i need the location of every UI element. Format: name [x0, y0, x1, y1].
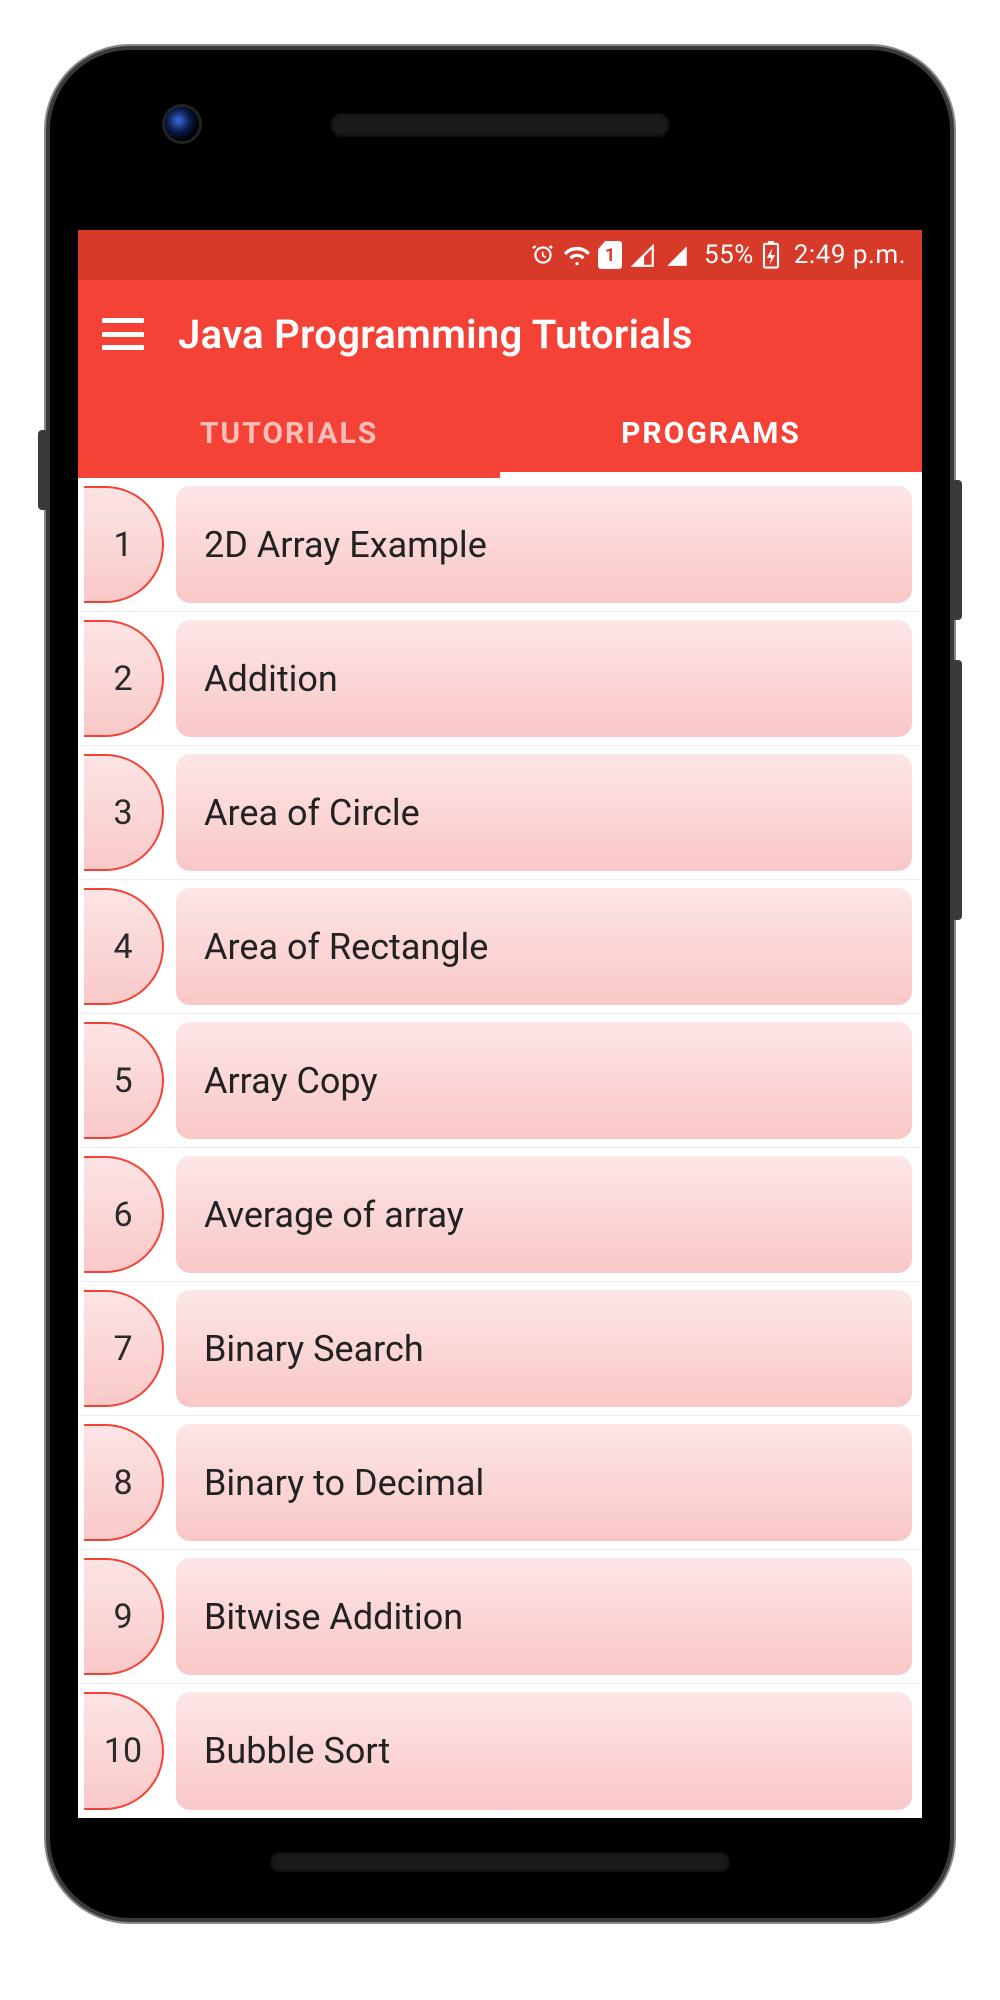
app-bar: Java Programming Tutorials [78, 280, 922, 388]
list-item-title: Array Copy [176, 1022, 912, 1139]
alarm-icon [530, 242, 556, 268]
list-item-number: 4 [84, 888, 164, 1005]
bottom-speaker [270, 1852, 730, 1872]
list-item-title: Addition [176, 620, 912, 737]
list-item-number: 7 [84, 1290, 164, 1407]
status-icons: 1 55% 2:49 p.m. [530, 240, 906, 270]
list-item[interactable]: 3Area of Circle [78, 746, 922, 880]
status-bar: 1 55% 2:49 p.m. [78, 230, 922, 280]
earpiece-speaker [330, 113, 670, 137]
list-item-number: 6 [84, 1156, 164, 1273]
list-item-number: 3 [84, 754, 164, 871]
list-item[interactable]: 5Array Copy [78, 1014, 922, 1148]
list-item-title: Bubble Sort [176, 1692, 912, 1810]
programs-list[interactable]: 12D Array Example2Addition3Area of Circl… [78, 478, 922, 1818]
list-item[interactable]: 4Area of Rectangle [78, 880, 922, 1014]
list-item[interactable]: 9Bitwise Addition [78, 1550, 922, 1684]
list-item-number: 2 [84, 620, 164, 737]
tab-bar: TUTORIALS PROGRAMS [78, 388, 922, 478]
list-item-number: 9 [84, 1558, 164, 1675]
sim-icon: 1 [598, 241, 622, 269]
list-item-title: Binary Search [176, 1290, 912, 1407]
list-item-number: 8 [84, 1424, 164, 1541]
list-item-title: Binary to Decimal [176, 1424, 912, 1541]
phone-side-button [952, 480, 962, 620]
list-item[interactable]: 10Bubble Sort [78, 1684, 922, 1818]
list-item[interactable]: 7Binary Search [78, 1282, 922, 1416]
list-item[interactable]: 12D Array Example [78, 478, 922, 612]
list-item-title: Bitwise Addition [176, 1558, 912, 1675]
list-item[interactable]: 6Average of array [78, 1148, 922, 1282]
list-item[interactable]: 8Binary to Decimal [78, 1416, 922, 1550]
battery-charging-icon [762, 241, 780, 269]
app-title: Java Programming Tutorials [178, 311, 693, 358]
screen: 1 55% 2:49 p.m. Java Programming Tutoria… [78, 230, 922, 1818]
clock-text: 2:49 p.m. [794, 240, 906, 270]
list-item-title: Area of Circle [176, 754, 912, 871]
tab-tutorials[interactable]: TUTORIALS [78, 388, 500, 478]
list-item-title: Area of Rectangle [176, 888, 912, 1005]
tab-programs[interactable]: PROGRAMS [500, 388, 922, 478]
menu-icon[interactable] [102, 318, 144, 350]
phone-side-button [952, 660, 962, 920]
phone-top-hardware [50, 95, 950, 155]
list-item-number: 10 [84, 1692, 164, 1810]
list-item[interactable]: 2Addition [78, 612, 922, 746]
battery-text: 55% [704, 240, 754, 270]
phone-bottom-hardware [50, 1846, 950, 1886]
front-camera [165, 107, 199, 141]
signal-icon [664, 242, 690, 268]
signal-icon [630, 242, 656, 268]
list-item-title: 2D Array Example [176, 486, 912, 603]
list-item-number: 5 [84, 1022, 164, 1139]
phone-side-button [38, 430, 48, 510]
wifi-icon [564, 242, 590, 268]
list-item-title: Average of array [176, 1156, 912, 1273]
phone-frame: 1 55% 2:49 p.m. Java Programming Tutoria… [50, 50, 950, 1918]
list-item-number: 1 [84, 486, 164, 603]
